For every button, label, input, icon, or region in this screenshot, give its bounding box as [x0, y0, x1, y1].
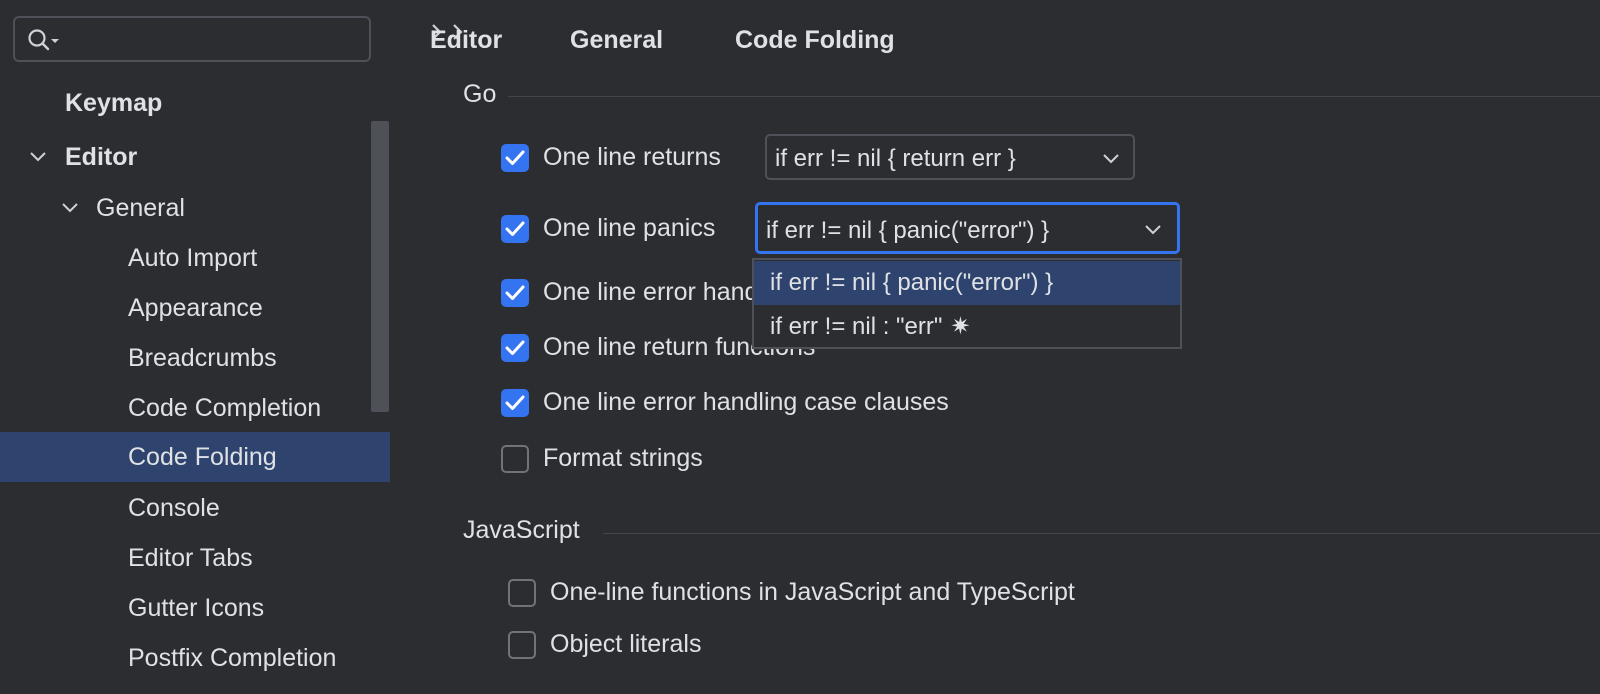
dropdown-option[interactable]: if err != nil : "err" ✷ [754, 305, 1180, 349]
dropdown-value: if err != nil { panic("error") } [766, 217, 1050, 244]
checkmark-icon [505, 395, 525, 410]
checkbox-format-strings[interactable] [501, 445, 529, 473]
search-icon[interactable] [27, 28, 61, 54]
section-divider [508, 96, 1600, 97]
one-line-returns-dropdown[interactable]: if err != nil { return err } [765, 134, 1135, 180]
sidebar-item-postfix-completion[interactable]: Postfix Completion [0, 633, 390, 683]
sidebar-item-label: Auto Import [128, 244, 258, 272]
checkbox-object-literals[interactable] [508, 631, 536, 659]
option-label: One line returns [543, 143, 721, 171]
checkbox-one-line-error-handling-case-clauses[interactable] [501, 389, 529, 417]
dropdown-option-label: if err != nil { panic("error") } [770, 269, 1054, 296]
breadcrumb: Editor General Code Folding [430, 20, 895, 64]
sidebar-item-label: Editor Tabs [128, 544, 253, 572]
sidebar-item-editor-tabs[interactable]: Editor Tabs [0, 533, 390, 583]
sidebar-item-label: Console [128, 494, 220, 522]
sidebar-item-console[interactable]: Console [0, 483, 390, 533]
panics-dropdown-popup: if err != nil { panic("error") } if err … [752, 258, 1182, 349]
sidebar-item-label: Keymap [65, 89, 163, 117]
sidebar-item-label: Code Completion [128, 394, 322, 422]
breadcrumb-item-code-folding: Code Folding [735, 26, 895, 54]
option-label: One-line functions in JavaScript and Typ… [550, 578, 1075, 606]
sidebar-item-label: Appearance [128, 294, 263, 322]
chevron-down-icon [1103, 154, 1119, 164]
option-label: Object literals [550, 630, 702, 658]
sidebar-item-code-folding[interactable]: Code Folding [0, 432, 390, 482]
checkmark-icon [505, 340, 525, 355]
one-line-panics-dropdown[interactable]: if err != nil { panic("error") } [755, 202, 1180, 254]
sidebar-scrollbar[interactable] [371, 121, 389, 412]
option-label: Format strings [543, 444, 703, 472]
sidebar-item-label: Editor [65, 143, 138, 171]
sidebar-item-label: Postfix Completion [128, 644, 337, 672]
sidebar-item-label: General [96, 194, 185, 222]
option-label: One line error handling case clauses [543, 388, 949, 416]
sidebar-item-label: Gutter Icons [128, 594, 265, 622]
section-title-go: Go [463, 80, 497, 108]
settings-sidebar: Keymap Editor General Auto Import Appear… [0, 0, 390, 694]
section-divider [603, 533, 1600, 534]
sidebar-item-breadcrumbs[interactable]: Breadcrumbs [0, 333, 390, 383]
sidebar-item-code-completion[interactable]: Code Completion [0, 383, 390, 433]
dropdown-option-label: if err != nil : "err" [770, 313, 943, 340]
breadcrumb-item-editor[interactable]: Editor [430, 26, 502, 55]
sidebar-item-label: Code Folding [128, 443, 277, 471]
breadcrumb-item-general[interactable]: General [570, 26, 663, 55]
checkbox-one-line-return-functions[interactable] [501, 334, 529, 362]
search-field[interactable] [13, 16, 371, 62]
sidebar-item-auto-import[interactable]: Auto Import [0, 233, 390, 283]
settings-window: Keymap Editor General Auto Import Appear… [0, 0, 1600, 694]
chevron-down-icon [1145, 225, 1161, 235]
chevron-down-icon[interactable] [28, 147, 48, 167]
sidebar-item-appearance[interactable]: Appearance [0, 283, 390, 333]
checkbox-one-line-functions-js-ts[interactable] [508, 579, 536, 607]
search-input[interactable] [71, 26, 365, 54]
checkbox-one-line-panics[interactable] [501, 215, 529, 243]
dropdown-option[interactable]: if err != nil { panic("error") } [754, 261, 1180, 305]
section-title-javascript: JavaScript [463, 516, 580, 544]
sidebar-item-gutter-icons[interactable]: Gutter Icons [0, 583, 390, 633]
option-label: One line panics [543, 214, 716, 242]
checkmark-icon [505, 221, 525, 236]
checkbox-one-line-returns[interactable] [501, 144, 529, 172]
checkmark-icon [505, 150, 525, 165]
chevron-down-icon[interactable] [60, 198, 80, 218]
checkmark-icon [505, 285, 525, 300]
sidebar-item-general[interactable]: General [0, 183, 390, 233]
sparkle-icon: ✷ [950, 313, 971, 340]
checkbox-one-line-error-handling[interactable] [501, 279, 529, 307]
sidebar-item-editor[interactable]: Editor [0, 132, 390, 182]
sidebar-item-keymap[interactable]: Keymap [0, 78, 390, 128]
sidebar-item-label: Breadcrumbs [128, 344, 277, 372]
dropdown-value: if err != nil { return err } [775, 145, 1016, 172]
